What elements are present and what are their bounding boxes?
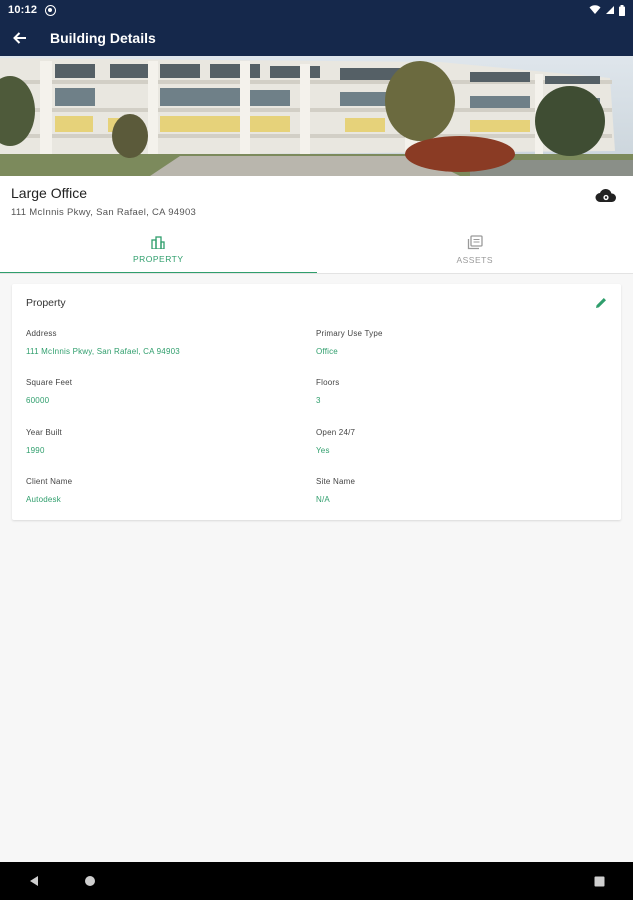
triangle-back-icon — [30, 876, 38, 886]
back-button[interactable] — [0, 20, 40, 56]
field-label: Floors — [316, 378, 340, 387]
field-value: Yes — [316, 446, 330, 455]
nav-home-button[interactable] — [71, 862, 109, 900]
field-label: Open 24/7 — [316, 428, 356, 437]
tab-assets[interactable]: ASSETS — [317, 226, 633, 274]
arrow-left-icon — [13, 32, 26, 44]
field-primary-use-type: Primary Use Type Office — [316, 329, 596, 356]
field-value: 1990 — [26, 446, 45, 455]
building-address: 111 McInnis Pkwy, San Rafael, CA 94903 — [11, 207, 197, 218]
field-value: 3 — [316, 396, 321, 405]
status-time: 10:12 — [8, 4, 38, 16]
battery-icon — [619, 4, 625, 16]
tab-property-label: PROPERTY — [132, 254, 184, 264]
building-header: Large Office 111 McInnis Pkwy, San Rafae… — [0, 176, 633, 226]
property-card: Property Address 111 McInnis Pkwy, San R… — [12, 284, 621, 520]
signal-icon — [606, 6, 614, 14]
field-label: Primary Use Type — [316, 329, 383, 338]
status-bar: 10:12 — [0, 0, 633, 20]
field-site-name: Site Name N/A — [316, 477, 596, 504]
field-square-feet: Square Feet 60000 — [26, 378, 306, 405]
square-recents-icon — [594, 876, 604, 886]
field-label: Square Feet — [26, 378, 73, 387]
field-value: Autodesk — [26, 495, 61, 504]
nav-back-button[interactable] — [15, 862, 53, 900]
circle-home-icon — [85, 876, 95, 886]
tab-bar: PROPERTY ASSETS — [0, 226, 633, 274]
app-bar: Building Details — [0, 20, 633, 56]
tab-property[interactable]: PROPERTY — [0, 226, 317, 274]
pencil-icon — [596, 298, 606, 308]
wifi-icon — [589, 5, 601, 14]
field-value: Office — [316, 347, 338, 356]
assets-icon — [467, 235, 483, 250]
tab-divider — [0, 273, 633, 274]
field-client-name: Client Name Autodesk — [26, 477, 306, 504]
field-year-built: Year Built 1990 — [26, 428, 306, 455]
nav-recents-button[interactable] — [580, 862, 618, 900]
page-title: Building Details — [50, 30, 156, 46]
field-floors: Floors 3 — [316, 378, 596, 405]
tab-assets-label: ASSETS — [456, 255, 494, 265]
notification-icon — [45, 4, 57, 16]
field-label: Address — [26, 329, 57, 338]
cloud-icon — [595, 188, 617, 202]
field-label: Client Name — [26, 477, 73, 486]
field-label: Site Name — [316, 477, 356, 486]
card-title: Property — [26, 297, 66, 309]
building-photo — [0, 56, 633, 176]
building-icon — [151, 236, 165, 249]
status-icons — [589, 4, 625, 16]
field-value: 111 McInnis Pkwy, San Rafael, CA 94903 — [26, 347, 180, 356]
system-nav-bar — [0, 862, 633, 900]
field-value: 60000 — [26, 396, 50, 405]
field-open-24-7: Open 24/7 Yes — [316, 428, 596, 455]
field-label: Year Built — [26, 428, 62, 437]
edit-button[interactable] — [593, 295, 609, 311]
offline-download-button[interactable] — [595, 188, 617, 204]
field-value: N/A — [316, 495, 330, 504]
field-address: Address 111 McInnis Pkwy, San Rafael, CA… — [26, 329, 306, 356]
building-name: Large Office — [11, 185, 88, 201]
